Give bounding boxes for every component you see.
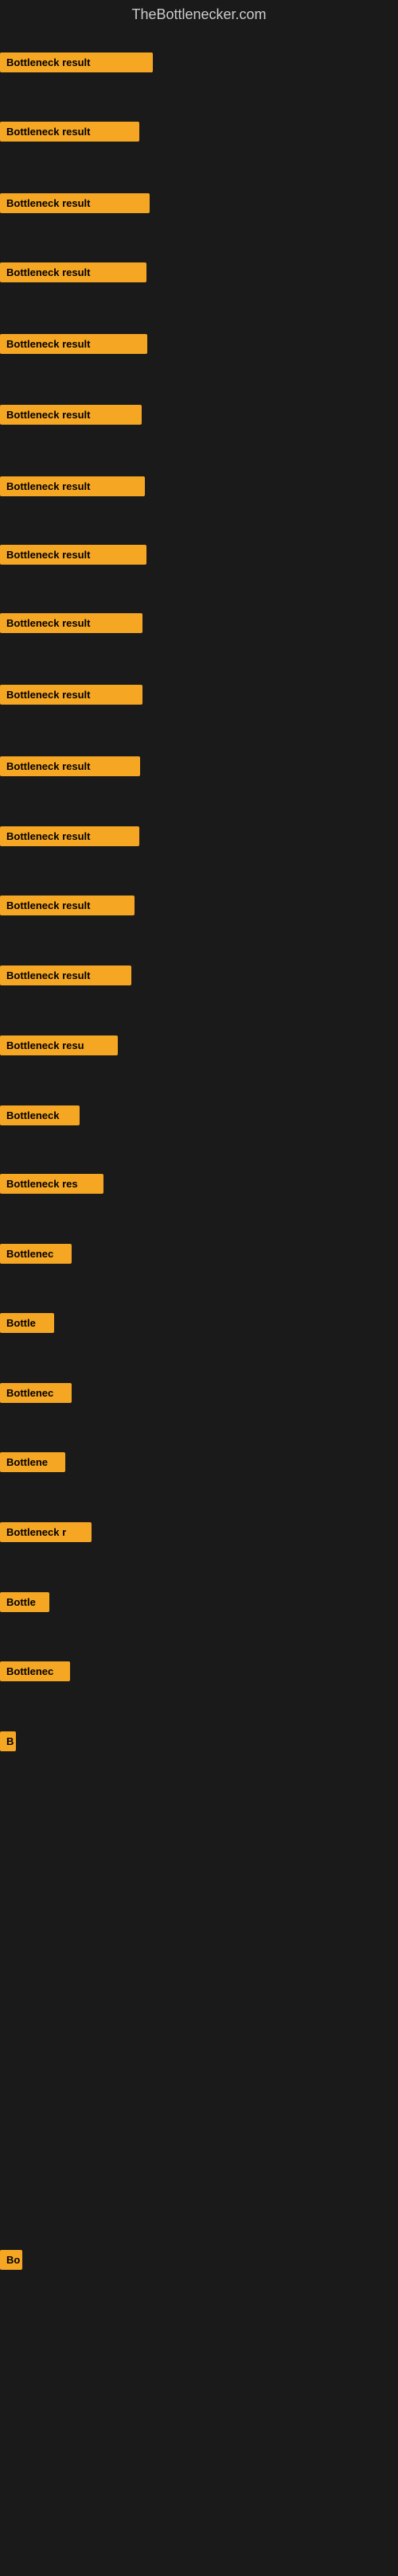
bottleneck-result-item[interactable]: Bottleneck result [0, 52, 153, 72]
bottleneck-result-item[interactable]: Bottleneck result [0, 334, 147, 354]
bottleneck-result-item[interactable]: Bottlenec [0, 1244, 72, 1264]
bottleneck-result-item[interactable]: Bottleneck result [0, 262, 146, 282]
bottleneck-result-item[interactable]: Bottle [0, 1313, 54, 1333]
bottleneck-result-item[interactable]: Bottleneck resu [0, 1035, 118, 1055]
bottleneck-result-item[interactable]: Bottlenec [0, 1661, 70, 1681]
bottleneck-result-item[interactable]: Bottleneck result [0, 613, 142, 633]
bottleneck-result-item[interactable]: Bottleneck result [0, 122, 139, 142]
bottleneck-result-item[interactable]: Bottleneck result [0, 193, 150, 213]
bottleneck-result-item[interactable]: Bottleneck result [0, 826, 139, 846]
bottleneck-result-item[interactable]: Bottleneck result [0, 545, 146, 565]
bottleneck-result-item[interactable]: Bottleneck r [0, 1522, 92, 1542]
bottleneck-result-item[interactable]: Bottleneck result [0, 685, 142, 705]
bottleneck-result-item[interactable]: Bottleneck result [0, 756, 140, 776]
bottleneck-result-item[interactable]: Bottleneck result [0, 966, 131, 985]
site-title: TheBottlenecker.com [0, 0, 398, 31]
bottleneck-result-item[interactable]: Bottleneck result [0, 405, 142, 425]
bottleneck-result-item[interactable]: B [0, 1731, 16, 1751]
bottleneck-result-item[interactable]: Bottlene [0, 1452, 65, 1472]
bottleneck-result-item[interactable]: Bottlenec [0, 1383, 72, 1403]
bottleneck-result-item[interactable]: Bottleneck result [0, 896, 135, 915]
bottleneck-result-item[interactable]: Bo [0, 2250, 22, 2270]
bottleneck-result-item[interactable]: Bottleneck result [0, 476, 145, 496]
bottleneck-result-item[interactable]: Bottleneck res [0, 1174, 103, 1194]
bottleneck-result-item[interactable]: Bottle [0, 1592, 49, 1612]
bottleneck-result-item[interactable]: Bottleneck [0, 1105, 80, 1125]
